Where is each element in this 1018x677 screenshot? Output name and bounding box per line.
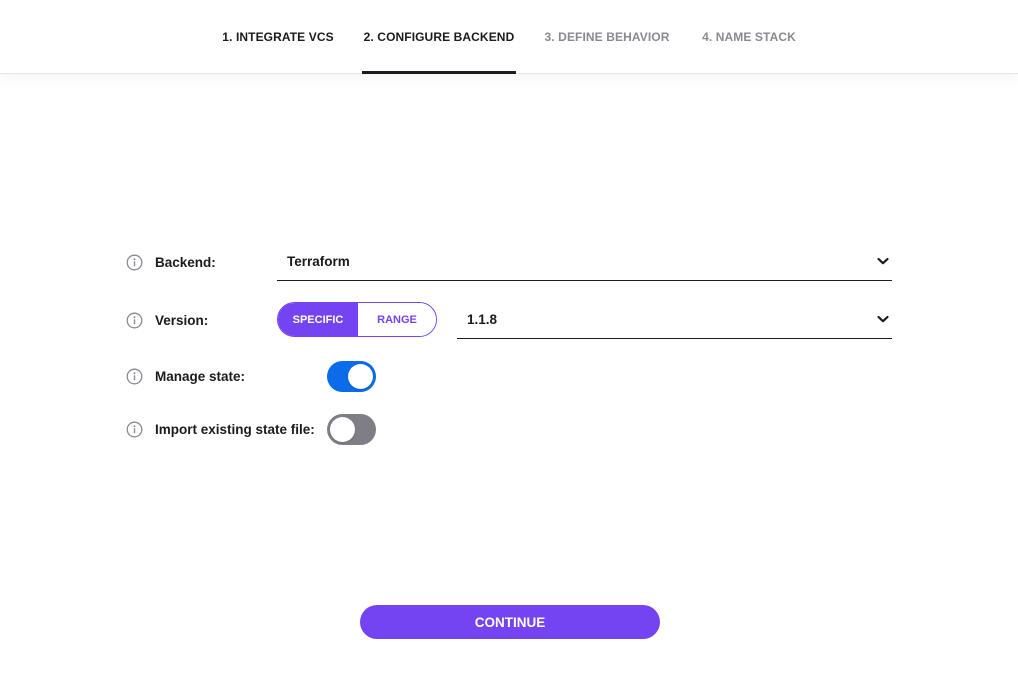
continue-button[interactable]: CONTINUE	[360, 605, 660, 639]
version-mode-specific[interactable]: SPECIFIC	[278, 303, 358, 336]
version-value: 1.1.8	[467, 312, 498, 327]
info-icon[interactable]	[126, 368, 143, 385]
tab-integrate-vcs[interactable]: 1. INTEGRATE VCS	[222, 0, 334, 74]
backend-value: Terraform	[287, 254, 350, 269]
tab-define-behavior[interactable]: 3. DEFINE BEHAVIOR	[543, 0, 671, 74]
version-mode-range[interactable]: RANGE	[358, 303, 436, 336]
tab-label: 1. INTEGRATE VCS	[222, 30, 334, 44]
import-state-toggle[interactable]	[327, 414, 376, 445]
backend-select[interactable]: Terraform	[277, 243, 892, 281]
import-state-row: Import existing state file:	[126, 421, 315, 438]
stepper-header: 1. INTEGRATE VCS 2. CONFIGURE BACKEND 3.…	[0, 0, 1018, 74]
info-icon[interactable]	[126, 421, 143, 438]
backend-label: Backend:	[155, 255, 216, 270]
info-icon[interactable]	[126, 254, 143, 271]
tab-label: 4. NAME STACK	[702, 30, 796, 44]
toggle-knob	[330, 417, 355, 442]
manage-state-label: Manage state:	[155, 369, 246, 384]
active-tab-indicator	[362, 71, 516, 74]
version-label: Version:	[155, 313, 209, 328]
version-select[interactable]: 1.1.8	[457, 301, 892, 339]
backend-row: Backend:	[126, 254, 216, 271]
chevron-down-icon	[876, 254, 890, 268]
tab-label: 3. DEFINE BEHAVIOR	[544, 30, 670, 44]
manage-state-row: Manage state:	[126, 368, 245, 385]
tab-name-stack[interactable]: 4. NAME STACK	[700, 0, 798, 74]
tab-configure-backend[interactable]: 2. CONFIGURE BACKEND	[362, 0, 516, 74]
info-icon[interactable]	[126, 312, 143, 329]
import-state-label: Import existing state file:	[155, 422, 315, 437]
chevron-down-icon	[876, 312, 890, 326]
manage-state-toggle[interactable]	[327, 361, 376, 392]
toggle-knob	[348, 364, 373, 389]
version-row: Version:	[126, 312, 208, 329]
tab-label: 2. CONFIGURE BACKEND	[363, 30, 515, 44]
version-mode-toggle: SPECIFIC RANGE	[277, 302, 437, 337]
